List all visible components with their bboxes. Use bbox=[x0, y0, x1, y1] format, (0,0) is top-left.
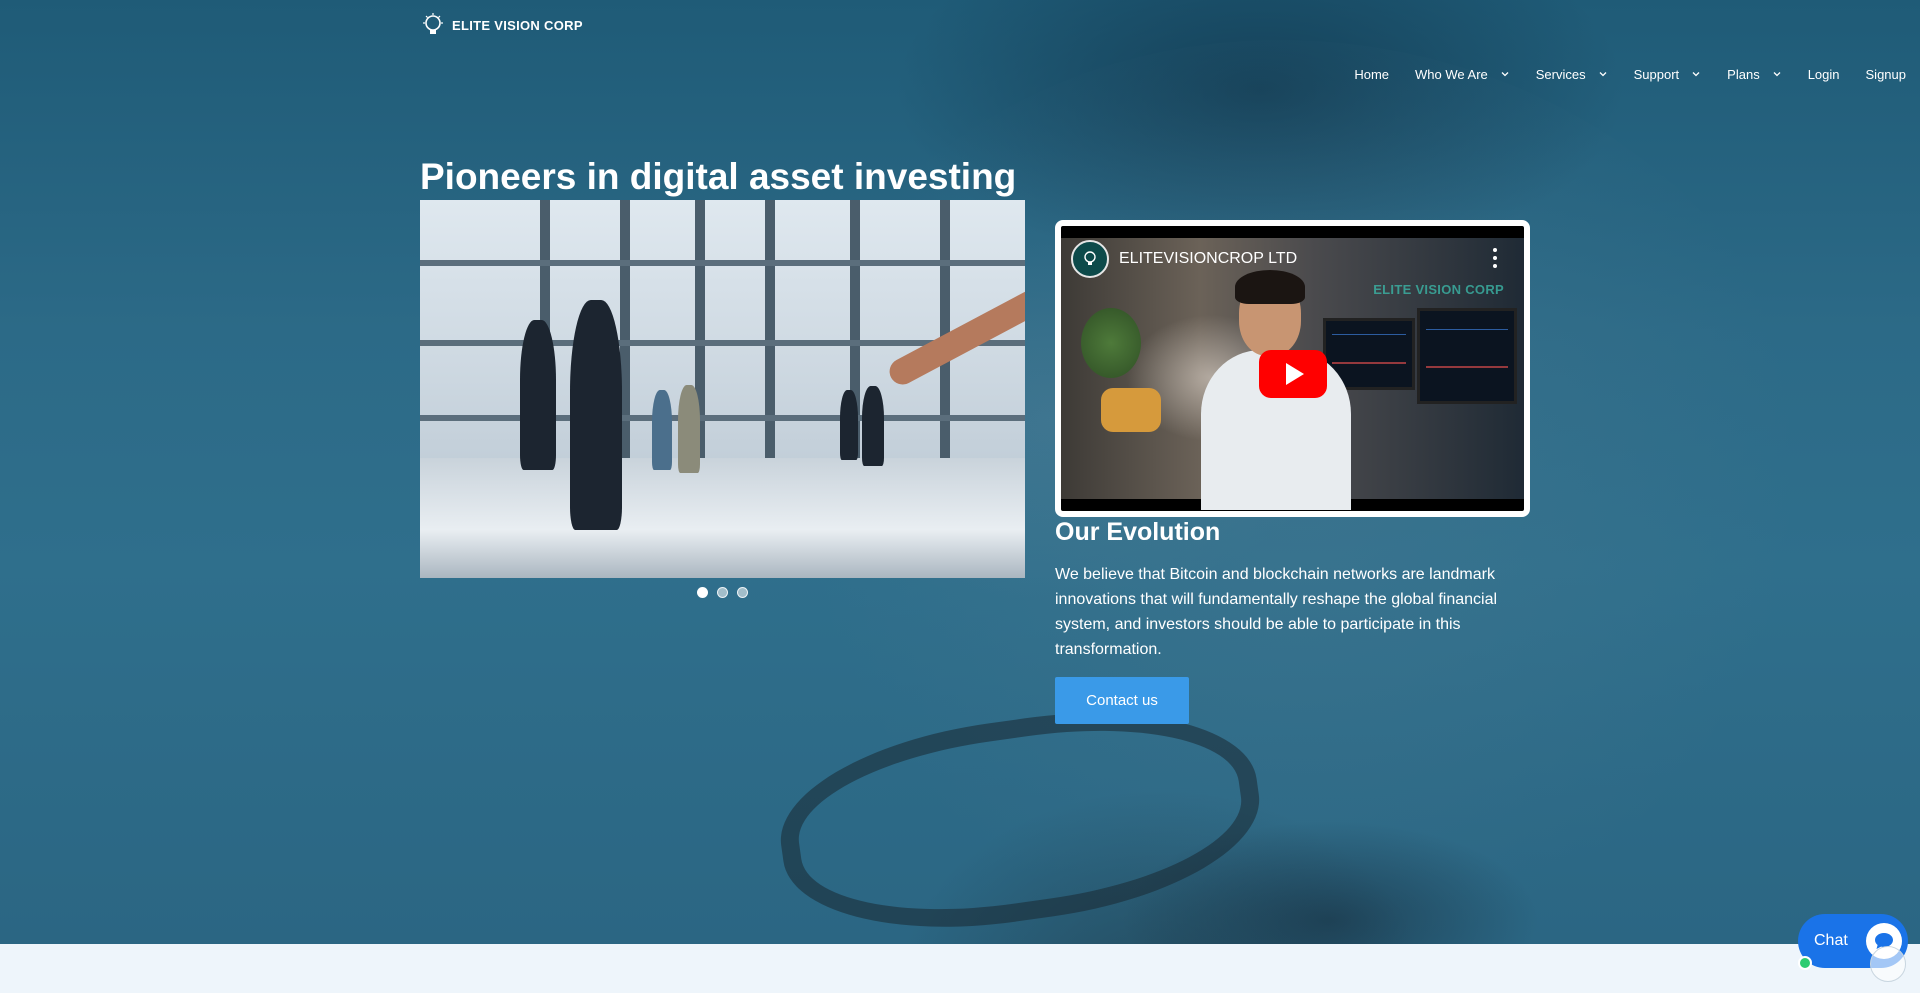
video-watermark: ELITE VISION CORP bbox=[1373, 282, 1504, 297]
person-figure bbox=[652, 390, 672, 470]
image-slider[interactable] bbox=[420, 200, 1025, 578]
site-logo[interactable]: ELITE VISION CORP bbox=[420, 12, 583, 38]
pillow bbox=[1101, 388, 1161, 432]
nav-who-we-are[interactable]: Who We Are bbox=[1415, 67, 1510, 82]
nav-plans[interactable]: Plans bbox=[1727, 67, 1782, 82]
play-button[interactable] bbox=[1259, 350, 1327, 398]
video-embed[interactable]: ELITEVISIONCROP LTD ELITE VISION CORP bbox=[1055, 220, 1530, 517]
more-vertical-icon[interactable] bbox=[1492, 248, 1498, 268]
monitor bbox=[1417, 308, 1517, 404]
scroll-to-top-button[interactable] bbox=[1870, 946, 1906, 982]
slider-dot-3[interactable] bbox=[737, 587, 748, 598]
slide-image-office-lobby bbox=[420, 200, 1025, 578]
hero-section: ELITE VISION CORP Home Who We Are Servic… bbox=[0, 0, 1920, 944]
plant bbox=[1081, 308, 1141, 378]
nav-signup[interactable]: Signup bbox=[1866, 67, 1906, 82]
video-channel[interactable]: ELITEVISIONCROP LTD bbox=[1071, 240, 1297, 278]
logo-text: ELITE VISION CORP bbox=[452, 17, 583, 33]
chat-label: Chat bbox=[1814, 932, 1848, 949]
evolution-text: We believe that Bitcoin and blockchain n… bbox=[1055, 566, 1498, 658]
person-figure bbox=[678, 385, 700, 473]
person-figure bbox=[520, 320, 556, 470]
stair-rail bbox=[885, 276, 1025, 390]
chevron-down-icon bbox=[1501, 72, 1509, 77]
nav-home[interactable]: Home bbox=[1354, 67, 1389, 82]
channel-avatar bbox=[1071, 240, 1109, 278]
nav-signup-label: Signup bbox=[1865, 66, 1906, 82]
slider-dot-1[interactable] bbox=[697, 587, 708, 598]
lightbulb-icon bbox=[1084, 251, 1096, 265]
contact-us-button[interactable]: Contact us bbox=[1055, 677, 1189, 724]
slider-pagination bbox=[697, 587, 748, 598]
chevron-down-icon bbox=[1773, 72, 1781, 77]
window-frame bbox=[420, 415, 1025, 421]
nav-support-label: Support bbox=[1633, 66, 1680, 82]
person-figure bbox=[840, 390, 858, 460]
chevron-down-icon bbox=[1692, 72, 1700, 77]
nav-who-we-are-label: Who We Are bbox=[1415, 66, 1488, 82]
window-frame bbox=[420, 260, 1025, 266]
main-nav: Home Who We Are Services Support Plans L… bbox=[1328, 64, 1906, 84]
nav-plans-label: Plans bbox=[1727, 66, 1760, 82]
chat-online-indicator bbox=[1798, 956, 1812, 970]
hero-headline: Pioneers in digital asset investing bbox=[420, 156, 1017, 197]
chevron-down-icon bbox=[1599, 72, 1607, 77]
evolution-title: Our Evolution bbox=[1055, 518, 1221, 546]
nav-support[interactable]: Support bbox=[1634, 67, 1702, 82]
person-figure bbox=[862, 386, 884, 466]
lightbulb-icon bbox=[423, 13, 443, 34]
nav-services-label: Services bbox=[1535, 66, 1586, 82]
nav-home-label: Home bbox=[1354, 66, 1390, 82]
nav-login[interactable]: Login bbox=[1808, 67, 1840, 82]
lobby-floor bbox=[420, 458, 1025, 578]
slider-dot-2[interactable] bbox=[717, 587, 728, 598]
nav-services[interactable]: Services bbox=[1536, 67, 1608, 82]
nav-login-label: Login bbox=[1807, 66, 1840, 82]
person-figure bbox=[570, 300, 622, 530]
channel-name: ELITEVISIONCROP LTD bbox=[1119, 250, 1298, 267]
